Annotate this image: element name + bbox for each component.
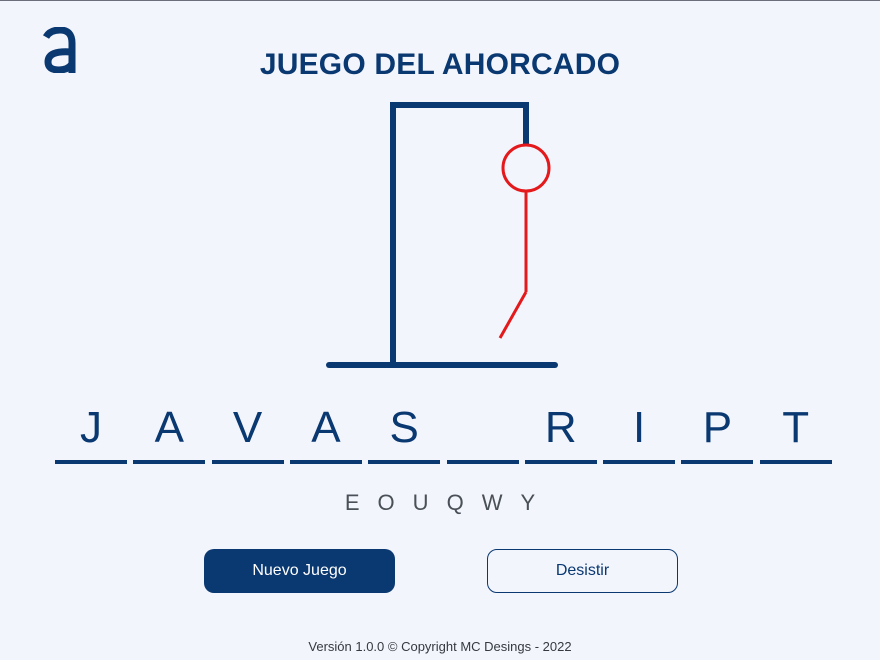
letter-slot: V: [211, 398, 284, 466]
secret-word: JAVASRIPT: [55, 398, 835, 468]
letter-slot-underline: [368, 460, 441, 464]
letter-slot: I: [603, 398, 676, 466]
hangman-leg: [498, 291, 528, 339]
letter-slot-underline: [289, 460, 362, 464]
letter-slot: A: [133, 398, 206, 466]
hangman-head: [501, 143, 551, 193]
letter-slot-char: P: [702, 403, 733, 452]
letter-slot-underline: [55, 460, 127, 464]
wrong-letter: U: [412, 490, 429, 515]
wrong-letter: O: [377, 490, 395, 515]
letter-slot-underline: [603, 460, 676, 464]
wrong-letter: Q: [446, 490, 464, 515]
give-up-button[interactable]: Desistir: [487, 549, 678, 593]
letter-slot-char: J: [80, 403, 102, 452]
letter-slot-char: R: [544, 403, 577, 452]
wrong-letter: E: [344, 490, 360, 515]
wrong-letter: Y: [520, 490, 536, 515]
gallows-drawing: [326, 102, 558, 368]
new-game-button[interactable]: Nuevo Juego: [204, 549, 395, 593]
letter-slot-char: S: [389, 403, 419, 452]
letter-slot: J: [55, 398, 127, 466]
hangman-figure: [498, 143, 551, 339]
letter-slot: S: [368, 398, 441, 466]
wrong-letter: W: [481, 490, 503, 515]
letter-slot: T: [759, 398, 832, 466]
letter-slot-char: A: [311, 403, 341, 452]
letter-slot-underline: [133, 460, 206, 464]
letter-slot-underline: [524, 460, 597, 464]
letter-slot-underline: [681, 460, 754, 464]
letter-slot-char: T: [782, 403, 810, 452]
letter-slot-char: A: [154, 403, 184, 452]
footer-copyright: Versión 1.0.0 © Copyright MC Desings - 2…: [308, 639, 572, 654]
letter-slot: [446, 398, 519, 466]
letter-slot-underline: [759, 460, 832, 464]
letter-slot-underline: [211, 460, 284, 464]
gallows-frame: [326, 102, 558, 368]
letter-slot: A: [289, 398, 362, 466]
letter-slot-char: I: [632, 403, 646, 452]
wrong-letters: EOUQWY: [0, 490, 880, 516]
letter-slot: P: [681, 398, 754, 466]
letter-slot-underline: [446, 460, 519, 464]
letter-slot: R: [524, 398, 597, 466]
letter-slot-char: V: [232, 403, 263, 452]
